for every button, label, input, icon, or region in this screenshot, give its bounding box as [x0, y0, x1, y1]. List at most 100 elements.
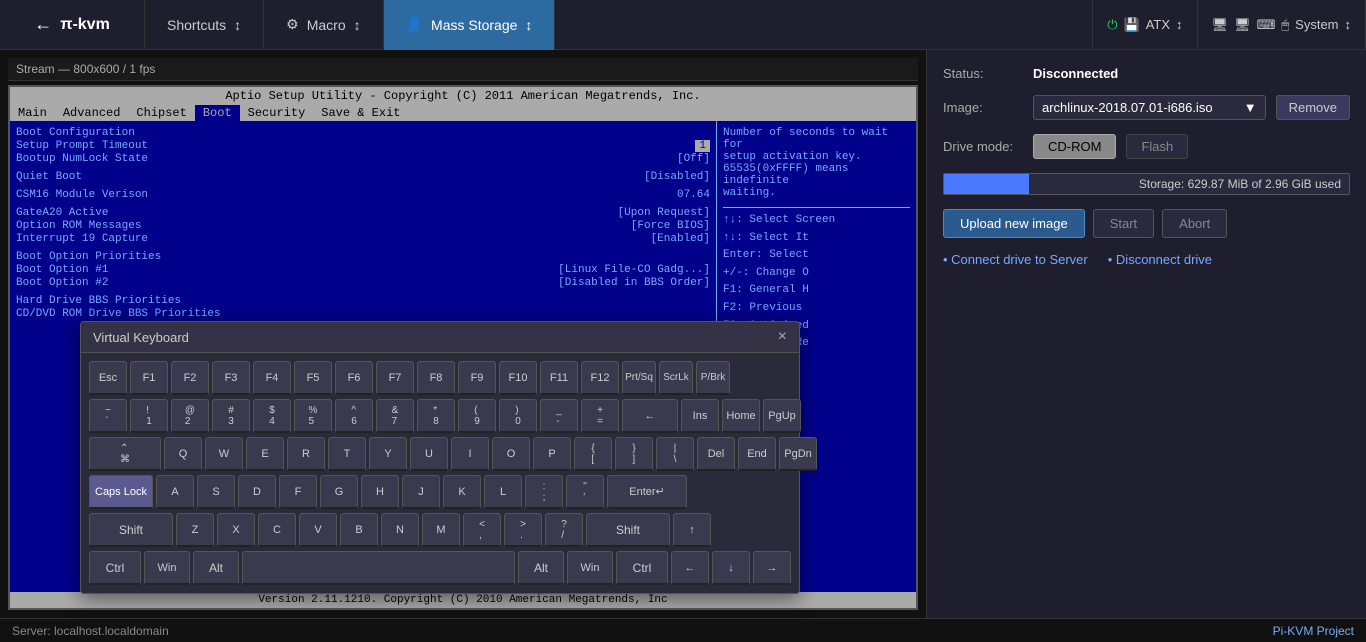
atx-nav[interactable]: ⏻ 💾 ATX ↕ [1093, 0, 1197, 50]
key-c[interactable]: C [258, 513, 296, 547]
key-u[interactable]: U [410, 437, 448, 471]
key-6[interactable]: ^6 [335, 399, 373, 433]
storage-image-dropdown[interactable]: archlinux-2018.07.01-i686.iso ▼ [1033, 95, 1266, 120]
key-w[interactable]: W [205, 437, 243, 471]
massstorage-nav[interactable]: 👤 Mass Storage ↕ [384, 0, 556, 50]
key-f8[interactable]: F8 [417, 361, 455, 395]
key-del[interactable]: Del [697, 437, 735, 471]
key-b[interactable]: B [340, 513, 378, 547]
key-win-right[interactable]: Win [567, 551, 613, 585]
key-f1[interactable]: F1 [130, 361, 168, 395]
key-prtsc[interactable]: Prt/Sq [622, 361, 656, 395]
start-button[interactable]: Start [1093, 209, 1154, 238]
key-comma[interactable]: <, [463, 513, 501, 547]
system-nav[interactable]: 🖥 🖥 ⌨ 🖱 System ↕ [1198, 0, 1366, 50]
key-f12[interactable]: F12 [581, 361, 619, 395]
key-down[interactable]: ↓ [712, 551, 750, 585]
shortcuts-nav[interactable]: Shortcuts ↕ [145, 0, 264, 50]
key-end[interactable]: End [738, 437, 776, 471]
key-space[interactable] [242, 551, 515, 585]
key-scrlk[interactable]: ScrLk [659, 361, 693, 395]
key-ctrl-left[interactable]: Ctrl [89, 551, 141, 585]
key-pgdn[interactable]: PgDn [779, 437, 817, 471]
key-shift-left[interactable]: Shift [89, 513, 173, 547]
key-5[interactable]: %5 [294, 399, 332, 433]
bios-menu-chipset[interactable]: Chipset [128, 105, 194, 121]
key-period[interactable]: >. [504, 513, 542, 547]
key-a[interactable]: A [156, 475, 194, 509]
disconnect-link[interactable]: Disconnect drive [1108, 252, 1212, 267]
key-f[interactable]: F [279, 475, 317, 509]
key-enter[interactable]: Enter↵ [607, 475, 687, 509]
key-4[interactable]: $4 [253, 399, 291, 433]
flash-mode-button[interactable]: Flash [1126, 134, 1188, 159]
key-z[interactable]: Z [176, 513, 214, 547]
bios-menu-boot[interactable]: Boot [195, 105, 240, 121]
key-j[interactable]: J [402, 475, 440, 509]
key-tilde[interactable]: ~` [89, 399, 127, 433]
key-f7[interactable]: F7 [376, 361, 414, 395]
key-8[interactable]: *8 [417, 399, 455, 433]
key-left[interactable]: ← [671, 551, 709, 585]
statusbar-right[interactable]: Pi-KVM Project [1273, 624, 1354, 638]
key-backspace[interactable]: ← [622, 399, 678, 433]
key-ctrl-right[interactable]: Ctrl [616, 551, 668, 585]
key-lbracket[interactable]: {[ [574, 437, 612, 471]
key-7[interactable]: &7 [376, 399, 414, 433]
key-t[interactable]: T [328, 437, 366, 471]
upload-button[interactable]: Upload new image [943, 209, 1085, 238]
key-up[interactable]: ↑ [673, 513, 711, 547]
key-p[interactable]: P [533, 437, 571, 471]
cdrom-mode-button[interactable]: CD-ROM [1033, 134, 1116, 159]
bios-menu-main[interactable]: Main [10, 105, 55, 121]
key-right[interactable]: → [753, 551, 791, 585]
key-9[interactable]: (9 [458, 399, 496, 433]
back-icon[interactable]: ← [34, 14, 52, 35]
bios-menu-security[interactable]: Security [240, 105, 314, 121]
key-2[interactable]: @2 [171, 399, 209, 433]
macro-nav[interactable]: ⚙ Macro ↕ [264, 0, 383, 50]
key-rbracket[interactable]: }] [615, 437, 653, 471]
key-q[interactable]: Q [164, 437, 202, 471]
key-semicolon[interactable]: :; [525, 475, 563, 509]
key-f6[interactable]: F6 [335, 361, 373, 395]
key-pgup[interactable]: PgUp [763, 399, 801, 433]
key-f3[interactable]: F3 [212, 361, 250, 395]
key-shift-right[interactable]: Shift [586, 513, 670, 547]
bios-menu-advanced[interactable]: Advanced [55, 105, 129, 121]
key-0[interactable]: )0 [499, 399, 537, 433]
key-1[interactable]: !1 [130, 399, 168, 433]
storage-remove-button[interactable]: Remove [1276, 95, 1350, 120]
key-r[interactable]: R [287, 437, 325, 471]
connect-server-link[interactable]: Connect drive to Server [943, 252, 1088, 267]
key-y[interactable]: Y [369, 437, 407, 471]
key-m[interactable]: M [422, 513, 460, 547]
key-x[interactable]: X [217, 513, 255, 547]
bios-menu-saveexit[interactable]: Save & Exit [313, 105, 408, 121]
key-n[interactable]: N [381, 513, 419, 547]
key-esc[interactable]: Esc [89, 361, 127, 395]
key-backslash[interactable]: |\ [656, 437, 694, 471]
key-equals[interactable]: += [581, 399, 619, 433]
key-s[interactable]: S [197, 475, 235, 509]
key-e[interactable]: E [246, 437, 284, 471]
key-f11[interactable]: F11 [540, 361, 578, 395]
key-capslock[interactable]: Caps Lock [89, 475, 153, 509]
key-alt-left[interactable]: Alt [193, 551, 239, 585]
key-quote[interactable]: "' [566, 475, 604, 509]
key-win-left[interactable]: Win [144, 551, 190, 585]
abort-button[interactable]: Abort [1162, 209, 1227, 238]
key-o[interactable]: O [492, 437, 530, 471]
key-minus[interactable]: _- [540, 399, 578, 433]
key-f4[interactable]: F4 [253, 361, 291, 395]
key-i[interactable]: I [451, 437, 489, 471]
key-k[interactable]: K [443, 475, 481, 509]
key-f2[interactable]: F2 [171, 361, 209, 395]
key-v[interactable]: V [299, 513, 337, 547]
key-f10[interactable]: F10 [499, 361, 537, 395]
key-3[interactable]: #3 [212, 399, 250, 433]
key-alt-right[interactable]: Alt [518, 551, 564, 585]
key-f5[interactable]: F5 [294, 361, 332, 395]
key-l[interactable]: L [484, 475, 522, 509]
key-slash[interactable]: ?/ [545, 513, 583, 547]
